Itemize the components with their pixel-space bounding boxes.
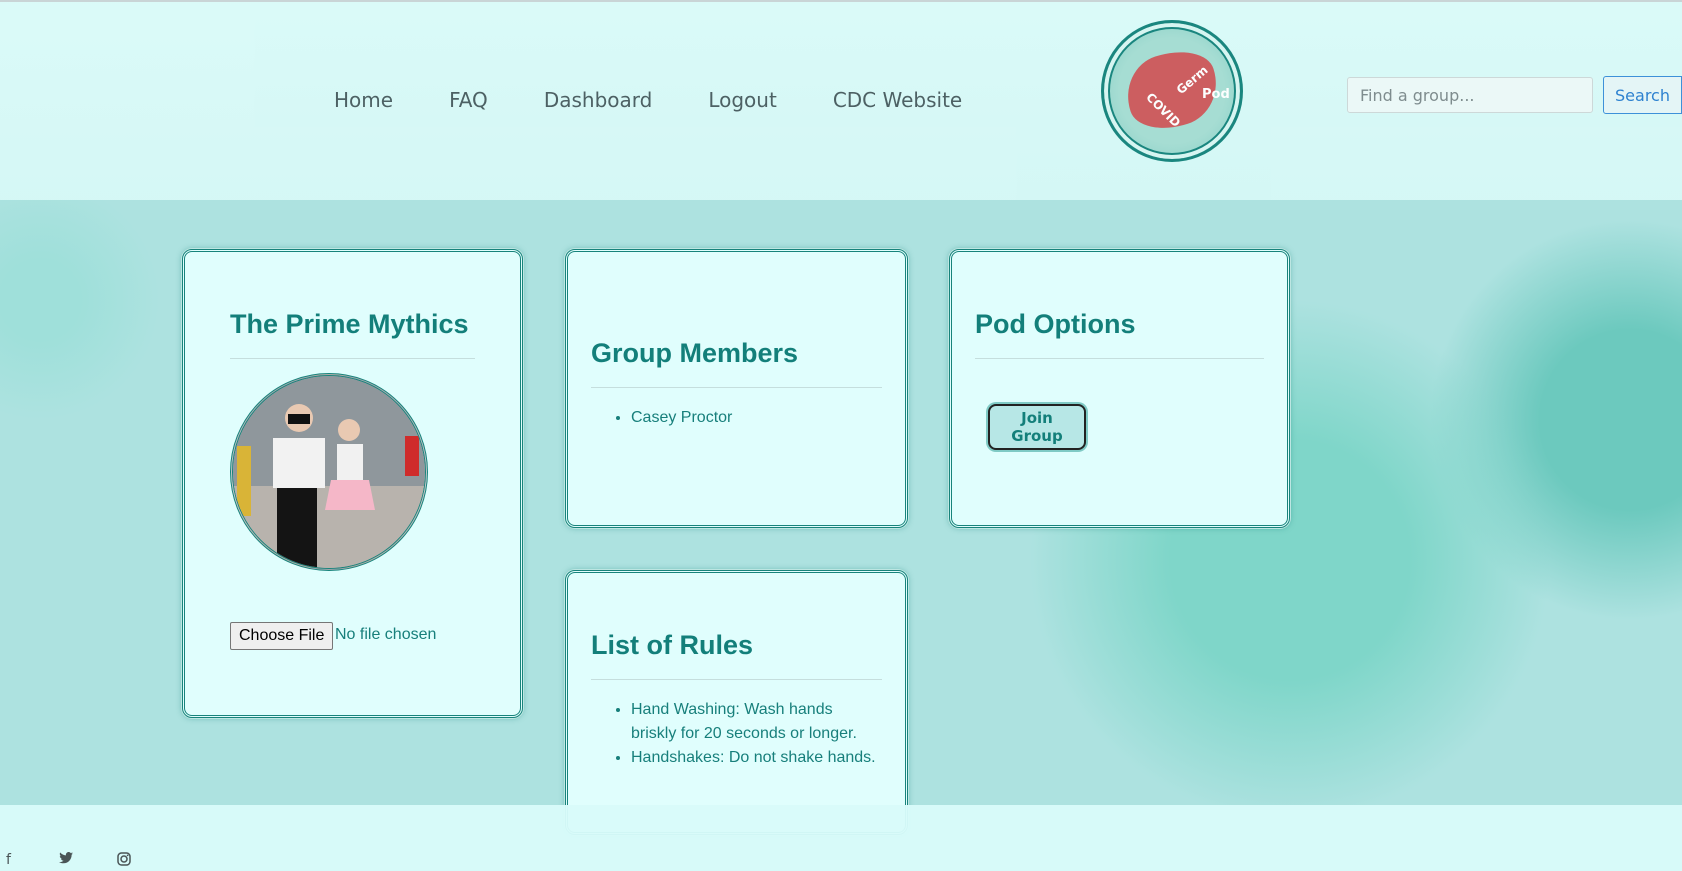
instagram-glyph: [117, 852, 131, 866]
rule-item: Handshakes: Do not shake hands.: [631, 746, 882, 770]
group-search-input[interactable]: [1347, 77, 1593, 113]
nav-faq-link[interactable]: FAQ: [449, 88, 488, 112]
group-members-heading: Group Members: [591, 338, 882, 388]
group-profile-card: The Prime Mythics Choose File No file ch…: [182, 249, 523, 718]
rules-list: Hand Washing: Wash hands briskly for 20 …: [591, 698, 882, 770]
main-nav: Home FAQ Dashboard Logout CDC Website: [334, 88, 1018, 112]
site-footer: [0, 805, 1682, 871]
logo-word-pod: Pod: [1202, 87, 1230, 102]
join-group-button[interactable]: Join Group: [988, 404, 1086, 450]
twitter-icon[interactable]: [59, 852, 73, 868]
rules-heading: List of Rules: [591, 630, 882, 680]
covid-germ-pod-logo[interactable]: COVID Germ Pod: [1101, 20, 1243, 162]
pod-options-heading: Pod Options: [975, 309, 1264, 359]
nav-cdc-website-link[interactable]: CDC Website: [833, 88, 962, 112]
file-status-text: No file chosen: [335, 626, 437, 643]
member-item: Casey Proctor: [631, 406, 882, 430]
nav-logout-link[interactable]: Logout: [708, 88, 776, 112]
site-header: Home FAQ Dashboard Logout CDC Website CO…: [0, 2, 1682, 200]
choose-file-button[interactable]: Choose File: [230, 622, 334, 650]
twitter-glyph: [59, 852, 73, 864]
members-list: Casey Proctor: [591, 406, 882, 430]
nav-dashboard-link[interactable]: Dashboard: [544, 88, 653, 112]
group-avatar-image: [230, 373, 428, 571]
group-name-heading: The Prime Mythics: [230, 309, 475, 359]
group-photo-graphic: [233, 376, 425, 568]
facebook-icon[interactable]: f: [6, 852, 11, 868]
instagram-icon[interactable]: [117, 852, 131, 870]
group-members-card: Group Members Casey Proctor: [565, 249, 908, 528]
search-button[interactable]: Search: [1603, 76, 1682, 114]
rules-card: List of Rules Hand Washing: Wash hands b…: [565, 570, 908, 835]
nav-home-link[interactable]: Home: [334, 88, 393, 112]
pod-options-card: Pod Options Join Group: [949, 249, 1290, 528]
rule-item: Hand Washing: Wash hands briskly for 20 …: [631, 698, 882, 746]
